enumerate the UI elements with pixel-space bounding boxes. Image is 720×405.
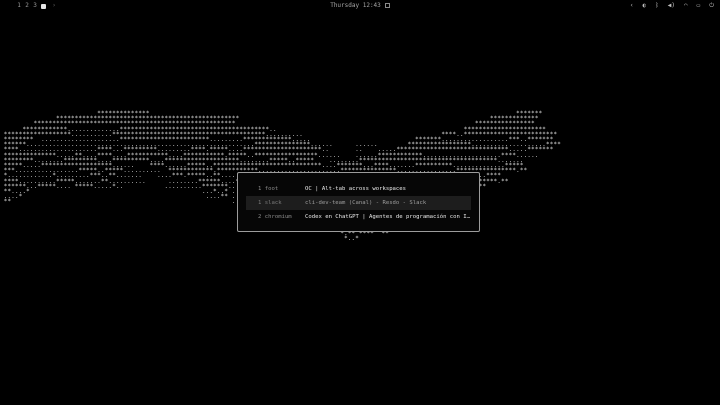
switcher-item-app: 1 slack bbox=[258, 200, 282, 206]
switcher-item-title: Codex en ChatGPT | Agentes de programaci… bbox=[305, 214, 471, 220]
switcher-item-selected[interactable]: 1 slack cli-dev-team (Canal) - Resdo - S… bbox=[246, 196, 471, 210]
switcher-item-app: 2 chromium bbox=[258, 214, 292, 220]
calendar-icon bbox=[384, 3, 390, 8]
switcher-item[interactable]: 2 chromium Codex en ChatGPT | Agentes de… bbox=[246, 210, 471, 224]
notification-icon[interactable]: ◐ bbox=[643, 0, 647, 12]
volume-icon[interactable]: ◀) bbox=[668, 0, 675, 12]
top-bar: 1 2 3 › Thursday 12:43 ‹ ◐ ᛒ ◀) ◠ ▭ ⏻ bbox=[0, 0, 720, 12]
power-icon[interactable]: ⏻ bbox=[709, 0, 714, 12]
switcher-item-title: cli-dev-team (Canal) - Resdo - Slack bbox=[305, 200, 427, 206]
clock-text: Thursday 12:43 bbox=[330, 2, 381, 9]
battery-icon[interactable]: ▭ bbox=[697, 0, 701, 12]
switcher-item[interactable]: 1 foot OC | Alt-tab across workspaces bbox=[246, 182, 471, 196]
wifi-icon[interactable]: ◠ bbox=[684, 0, 688, 12]
clock[interactable]: Thursday 12:43 bbox=[0, 0, 720, 12]
bluetooth-icon[interactable]: ᛒ bbox=[655, 0, 659, 12]
system-tray: ‹ ◐ ᛒ ◀) ◠ ▭ ⏻ bbox=[630, 0, 714, 12]
switcher-item-title: OC | Alt-tab across workspaces bbox=[305, 186, 407, 192]
chevron-left-icon[interactable]: ‹ bbox=[630, 0, 634, 12]
switcher-item-app: 1 foot bbox=[258, 186, 279, 192]
window-switcher: 1 foot OC | Alt-tab across workspaces 1 … bbox=[237, 172, 480, 232]
